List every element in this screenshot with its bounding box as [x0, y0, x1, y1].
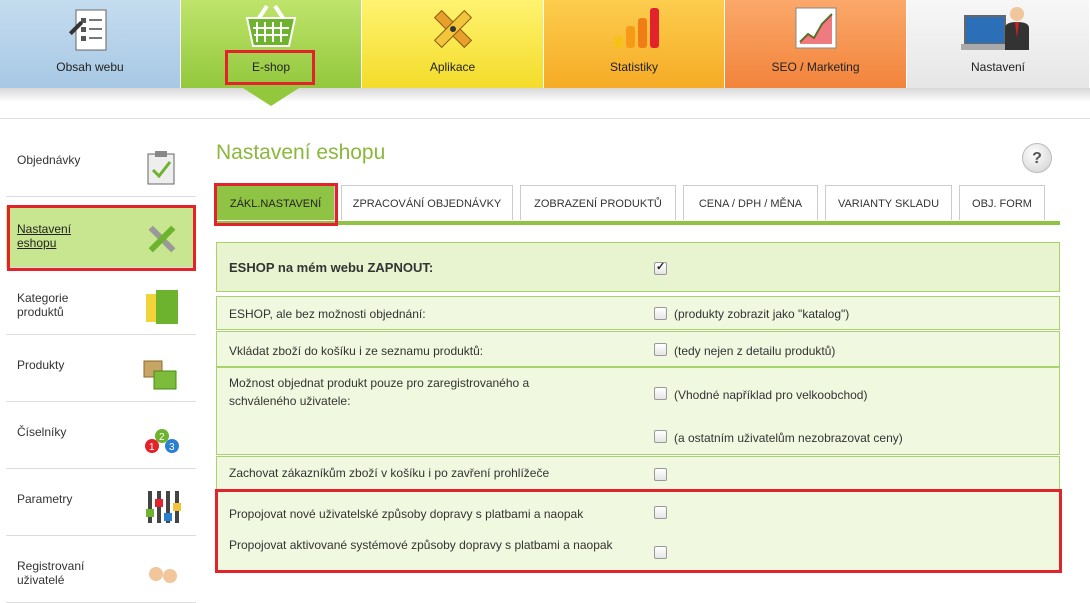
nav-tab-statistiky[interactable]: Statistiky [544, 0, 725, 88]
setting-label: ESHOP, ale bez možnosti objednání: [229, 307, 426, 321]
setting-label: Zachovat zákazníkům zboží v košíku i po … [229, 466, 550, 480]
sidebar-item-label: Kategorie produktů [17, 291, 69, 319]
pencil-ruler-icon [433, 9, 472, 49]
bar-chart-icon [614, 8, 659, 48]
svg-text:1: 1 [149, 442, 155, 453]
growth-chart-icon [795, 7, 836, 49]
user-laptop-icon [961, 7, 1029, 50]
numbers-icon: 1 2 3 [145, 429, 179, 453]
tab-zobrazeni-produktu[interactable]: ZOBRAZENÍ PRODUKTŮ [520, 185, 676, 220]
nav-tab-label: Statistiky [609, 60, 658, 74]
nav-shadow [0, 88, 1090, 102]
help-icon[interactable]: ? [1022, 143, 1052, 173]
setting-note: (tedy nejen z detailu produktů) [674, 344, 836, 358]
folders-icon [146, 290, 178, 324]
sidebar-item-label: Registrovaní uživatelé [17, 559, 85, 587]
setting-row-katalog: ESHOP, ale bez možnosti objednání: (prod… [216, 296, 1060, 330]
setting-checkbox[interactable] [654, 260, 667, 275]
sidebar-item-label: Číselníky [17, 425, 67, 439]
tab-obj-form[interactable]: OBJ. FORM [959, 185, 1045, 220]
sidebar-item-label: Parametry [17, 492, 73, 506]
setting-row-zachovat-kosik: Zachovat zákazníkům zboží v košíku i po … [216, 456, 1060, 490]
tab-varianty-skladu[interactable]: VARIANTY SKLADU [825, 185, 952, 220]
setting-label: ESHOP na mém webu ZAPNOUT: [229, 260, 434, 275]
tab-underline [216, 221, 1060, 225]
highlight-eshop-tab [225, 50, 315, 85]
nav-tab-label: Nastavení [970, 60, 1026, 74]
tab-zpracovani-objednavky[interactable]: ZPRACOVÁNÍ OBJEDNÁVKY [341, 185, 513, 220]
svg-text:3: 3 [169, 442, 175, 453]
divider [0, 118, 1090, 119]
nav-tab-seo-marketing[interactable]: SEO / Marketing [725, 0, 907, 88]
setting-note: (produkty zobrazit jako "katalog") [674, 307, 850, 321]
sidebar-item-label: Objednávky [17, 153, 81, 167]
shopping-basket-icon [245, 4, 297, 47]
sidebar-item-objednavky[interactable]: Objednávky [6, 135, 196, 197]
boxes-icon [143, 360, 177, 390]
setting-checkbox-hide-prices[interactable] [654, 430, 667, 443]
users-icon [149, 567, 177, 583]
sidebar-item-ciselniky[interactable]: Číselníky 1 2 3 [6, 407, 196, 469]
setting-note: (a ostatním uživatelům nezobrazovat ceny… [674, 431, 903, 445]
page-title: Nastavení eshopu [216, 141, 386, 164]
top-navigation: Obsah webu E-shop Aplikace Statistiky SE… [0, 0, 1090, 90]
setting-checkbox[interactable] [654, 307, 667, 320]
tab-cena-dph-mena[interactable]: CENA / DPH / MĚNA [683, 185, 818, 220]
setting-row-kosik-seznam: Vkládat zboží do košíku i ze seznamu pro… [216, 331, 1060, 367]
nav-tab-nastaveni[interactable]: Nastavení [907, 0, 1090, 88]
document-list-icon [68, 9, 107, 51]
clipboard-check-icon [147, 151, 175, 185]
nav-tab-label: Obsah webu [56, 60, 124, 74]
setting-checkbox[interactable] [654, 387, 667, 400]
setting-checkbox[interactable] [654, 468, 667, 481]
setting-row-registrovani: Možnost objednat produkt pouze pro zareg… [216, 367, 1060, 455]
nav-tab-label: Aplikace [429, 60, 476, 74]
nav-tab-aplikace[interactable]: Aplikace [362, 0, 544, 88]
sidebar-item-kategorie-produktu[interactable]: Kategorie produktů [6, 273, 196, 335]
highlight-sidebar-nastaveni [7, 205, 196, 271]
setting-checkbox[interactable] [654, 343, 667, 356]
sliders-icon [146, 491, 181, 523]
active-nav-indicator [243, 88, 299, 106]
sidebar-item-registrovani-uzivatele[interactable]: Registrovaní uživatelé [6, 541, 196, 603]
setting-note: (Vhodné například pro velkoobchod) [674, 388, 868, 402]
svg-text:2: 2 [159, 432, 165, 443]
setting-row-eshop-on: ESHOP na mém webu ZAPNOUT: [216, 242, 1060, 292]
sidebar-item-label: Produkty [17, 358, 65, 372]
setting-label: Možnost objednat produkt pouze pro zareg… [229, 376, 530, 408]
nav-tab-label: SEO / Marketing [771, 60, 860, 74]
highlight-zakl-tab [214, 183, 338, 226]
sidebar-item-produkty[interactable]: Produkty [6, 340, 196, 402]
nav-tab-obsah-webu[interactable]: Obsah webu [0, 0, 181, 88]
sidebar-item-parametry[interactable]: Parametry [6, 474, 196, 536]
highlight-doprava-rows [215, 489, 1062, 573]
setting-label: Vkládat zboží do košíku i ze seznamu pro… [229, 344, 484, 358]
